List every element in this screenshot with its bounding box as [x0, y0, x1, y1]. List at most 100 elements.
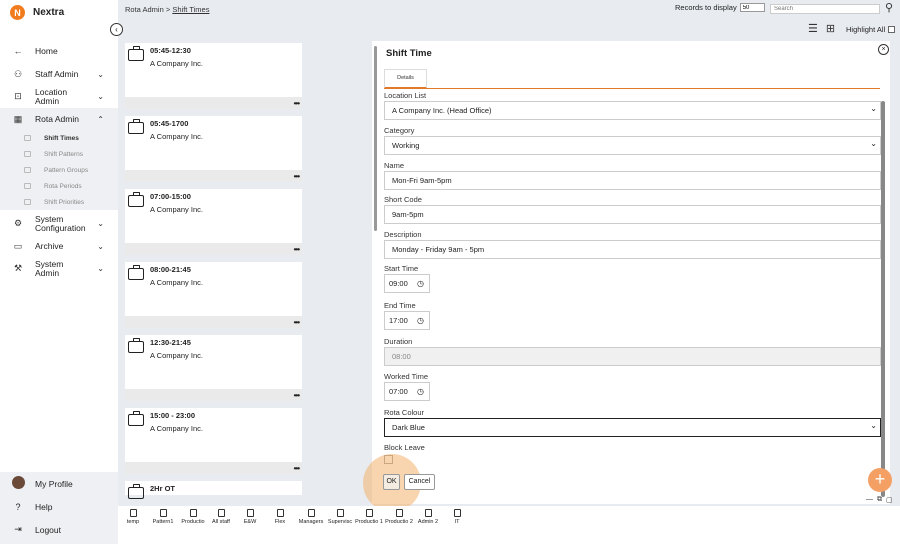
shift-card[interactable]: 2Hr OT [125, 481, 302, 499]
sidebar-subitem-pattern-groups[interactable]: Pattern Groups [0, 162, 118, 178]
taskbar-item[interactable]: E&W [235, 509, 265, 525]
more-options-icon[interactable]: ••• [294, 464, 300, 473]
scrollbar[interactable] [881, 101, 885, 497]
description-field: Description Monday - Friday 9am - 5pm [384, 230, 881, 259]
cancel-button[interactable]: Cancel [404, 474, 435, 490]
rota-colour-select[interactable]: Dark Blue [384, 417, 881, 437]
main-content: Rota Admin > Shift Times Records to disp… [118, 0, 900, 544]
description-input[interactable]: Monday - Friday 9am - 5pm [384, 240, 881, 259]
minimize-icon[interactable]: — [866, 496, 873, 504]
sidebar-item-system-configuration[interactable]: ⚙ System Configuration ⌄ [0, 212, 118, 235]
field-label: Rota Colour [384, 408, 425, 417]
taskbar-item[interactable]: Admin 2 [413, 509, 443, 525]
end-time-field: End Time 17:00 ◷ [384, 301, 881, 330]
shift-company: A Company Inc. [150, 205, 203, 214]
records-to-display: Records to display [675, 3, 765, 12]
taskbar-item[interactable]: Productio 2 [384, 509, 414, 525]
pattern-icon [24, 151, 31, 157]
sidebar-subitem-shift-priorities[interactable]: Shift Priorities [0, 194, 118, 210]
rota-colour-field: Rota Colour Dark Blue [384, 408, 881, 437]
add-button[interactable]: + [868, 468, 892, 492]
briefcase-icon [128, 265, 144, 280]
grid-view-icon[interactable]: ⊞ [826, 22, 835, 35]
more-options-icon[interactable]: ••• [294, 245, 300, 254]
worked-time-input[interactable]: 07:00 ◷ [384, 382, 430, 401]
clock-icon[interactable]: ◷ [417, 383, 424, 400]
taskbar-item-label: E&W [243, 519, 257, 525]
my-profile-link[interactable]: My Profile [0, 472, 118, 495]
end-time-input[interactable]: 17:00 ◷ [384, 311, 430, 330]
records-input[interactable] [739, 3, 765, 12]
close-icon[interactable]: × [878, 44, 889, 55]
shift-card[interactable]: 08:00-21:45 A Company Inc. ••• [125, 262, 302, 328]
shift-time: 08:00-21:45 [150, 265, 191, 274]
more-options-icon[interactable]: ••• [294, 99, 300, 108]
sidebar-item-archive[interactable]: ▭ Archive ⌄ [0, 235, 118, 257]
person-icon [424, 509, 432, 517]
taskbar-item[interactable]: Flex [265, 509, 295, 525]
sidebar-item-staff-admin[interactable]: ⚇ Staff Admin ⌄ [0, 63, 118, 85]
card-footer [125, 97, 302, 109]
help-link[interactable]: ? Help [0, 495, 118, 518]
clock-icon[interactable]: ◷ [417, 275, 424, 292]
scrollbar[interactable] [374, 46, 377, 231]
highlight-all-checkbox[interactable] [888, 26, 896, 33]
breadcrumb-root[interactable]: Rota Admin [125, 5, 164, 14]
field-label: Worked Time [384, 372, 429, 381]
shift-company: A Company Inc. [150, 351, 203, 360]
more-options-icon[interactable]: ••• [294, 172, 300, 181]
restore-icon[interactable]: ⧉ [877, 496, 882, 504]
sidebar-item-rota-admin[interactable]: ▦ Rota Admin ⌃ [0, 108, 118, 130]
location-pin-icon [246, 509, 254, 517]
category-select[interactable]: Working [384, 135, 881, 155]
search-input[interactable] [770, 4, 880, 14]
sidebar-item-location-admin[interactable]: ⊡ Location Admin ⌄ [0, 85, 118, 108]
maximize-icon[interactable]: ▢ [886, 496, 893, 504]
taskbar-item[interactable]: temp [118, 509, 148, 525]
briefcase-icon [128, 411, 144, 426]
taskbar-item-label: Productio [181, 519, 205, 525]
taskbar-item[interactable]: IT [442, 509, 472, 525]
sidebar-item-label: Location Admin [35, 86, 68, 106]
brand[interactable]: N Nextra [10, 5, 64, 20]
clock-icon[interactable]: ◷ [417, 312, 424, 329]
logout-link[interactable]: ⇥ Logout [0, 518, 118, 541]
nextra-logo-icon: N [10, 5, 25, 20]
sidebar-subitem-shift-patterns[interactable]: Shift Patterns [0, 146, 118, 162]
ok-button[interactable]: OK [383, 474, 400, 490]
person-icon [453, 509, 461, 517]
collapse-sidebar-icon[interactable]: ‹ [110, 23, 123, 36]
name-input[interactable]: Mon-Fri 9am-5pm [384, 171, 881, 190]
start-time-input[interactable]: 09:00 ◷ [384, 274, 430, 293]
shift-card[interactable]: 12:30-21:45 A Company Inc. ••• [125, 335, 302, 401]
sidebar-item-system-admin[interactable]: ⚒ System Admin ⌄ [0, 257, 118, 280]
highlight-all[interactable]: Highlight All [846, 25, 896, 34]
taskbar-item-label: All staff [212, 519, 230, 525]
shift-card[interactable]: 15:00 - 23:00 A Company Inc. ••• [125, 408, 302, 474]
shift-card[interactable]: 07:00-15:00 A Company Inc. ••• [125, 189, 302, 255]
more-options-icon[interactable]: ••• [294, 391, 300, 400]
sidebar-footer: My Profile ? Help ⇥ Logout [0, 472, 118, 544]
taskbar-item[interactable]: All staff [206, 509, 236, 525]
sidebar-item-label: Home [35, 45, 58, 56]
taskbar-item[interactable]: Pattern1 [148, 509, 178, 525]
taskbar-item[interactable]: Supervisc [325, 509, 355, 525]
shift-card[interactable]: 05:45-1700 A Company Inc. ••• [125, 116, 302, 182]
taskbar-item[interactable]: Managers [296, 509, 326, 525]
card-footer [125, 316, 302, 328]
more-options-icon[interactable]: ••• [294, 318, 300, 327]
sidebar-subitem-shift-times[interactable]: Shift Times [0, 130, 118, 146]
sidebar-subitem-rota-periods[interactable]: Rota Periods [0, 178, 118, 194]
sidebar-item-home[interactable]: ← Home [0, 40, 118, 62]
shift-card[interactable]: 05:45-12:30 A Company Inc. ••• [125, 43, 302, 109]
location-select[interactable]: A Company Inc. (Head Office) [384, 100, 881, 120]
short-code-input[interactable]: 9am-5pm [384, 205, 881, 224]
list-view-icon[interactable]: ☰ [808, 22, 818, 35]
tab-details[interactable]: Details [384, 69, 427, 89]
search-icon[interactable]: ⚲ [885, 1, 893, 14]
location-icon: ⊡ [14, 91, 22, 101]
taskbar-item[interactable]: Productio 1 [354, 509, 384, 525]
breadcrumb-current[interactable]: Shift Times [172, 5, 209, 14]
taskbar-item[interactable]: Productio [178, 509, 208, 525]
block-leave-field: Block Leave [384, 443, 881, 464]
